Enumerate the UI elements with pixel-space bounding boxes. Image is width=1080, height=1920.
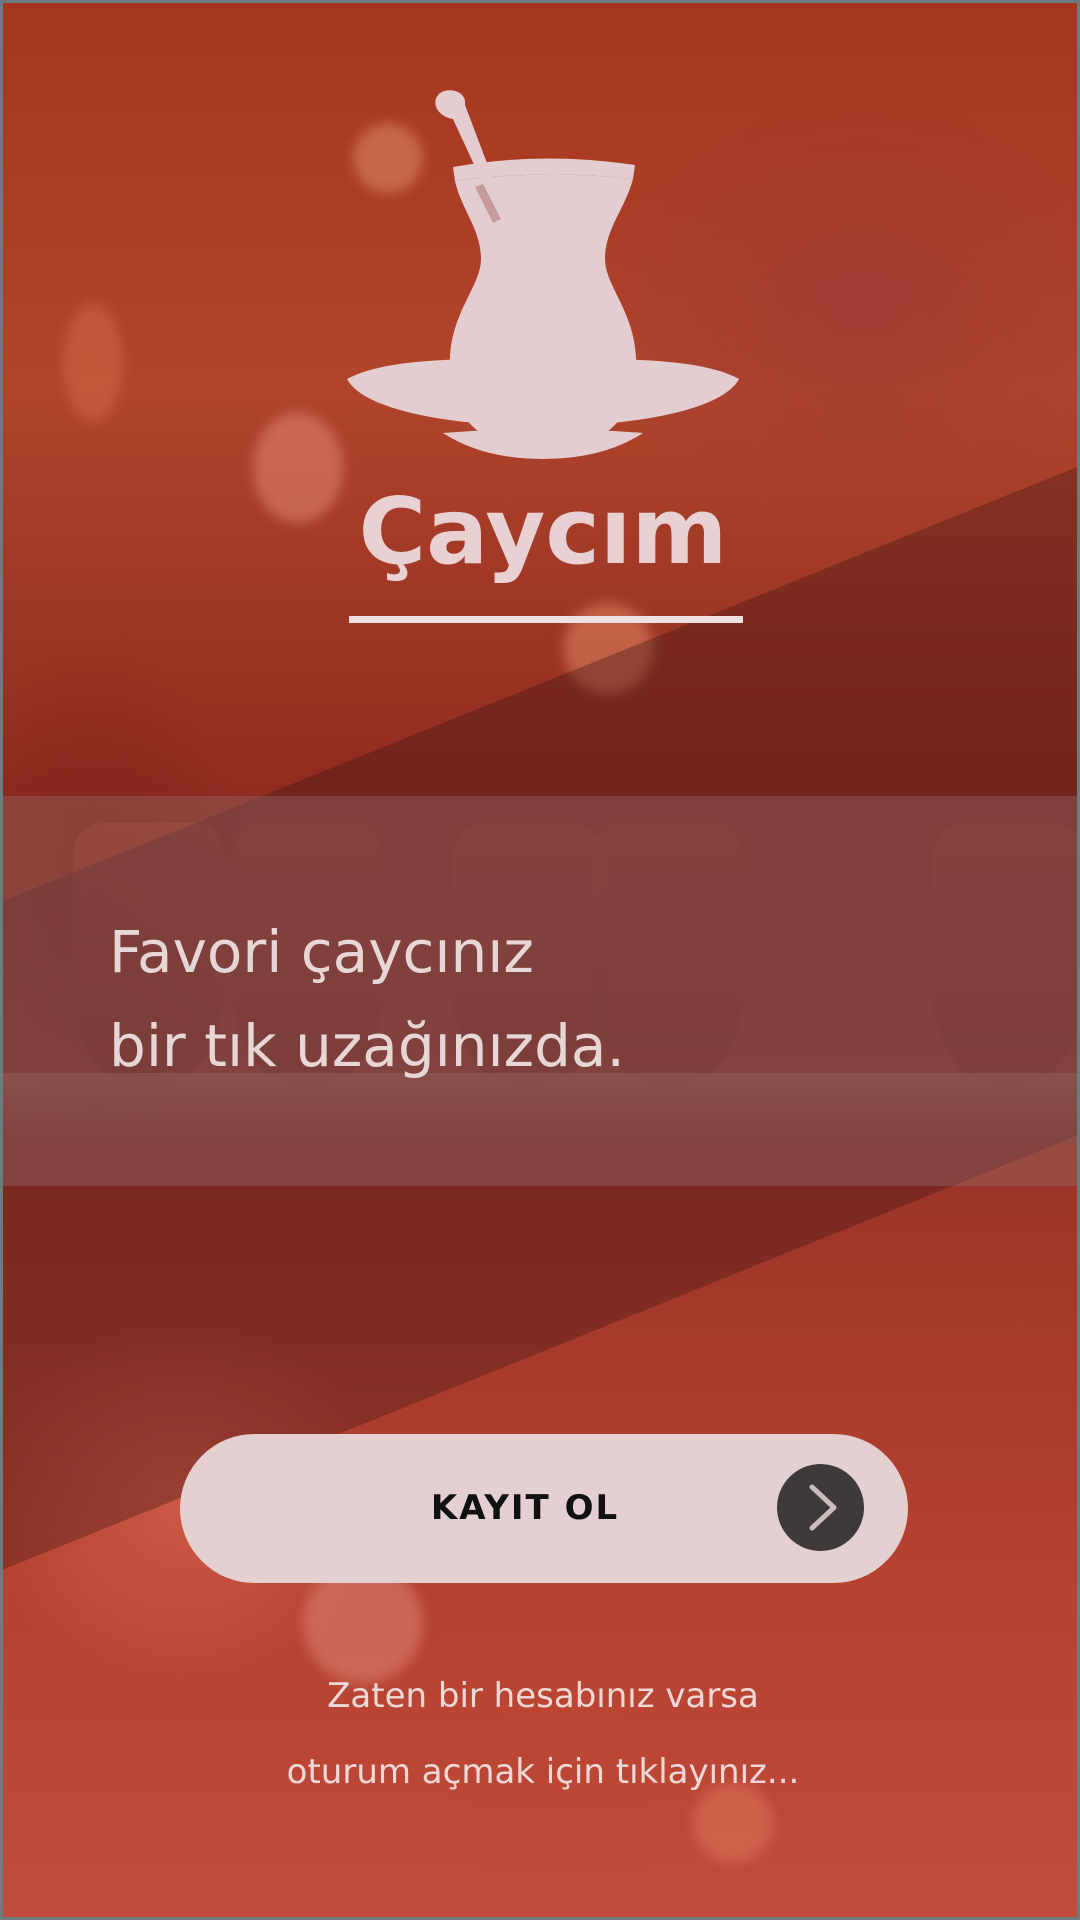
title-underline [349, 616, 743, 623]
bokeh-light [63, 303, 123, 423]
signup-button-label: KAYIT OL [430, 1488, 620, 1528]
login-link-line-1: Zaten bir hesabınız varsa [327, 1676, 759, 1716]
signup-button[interactable]: KAYIT OL [180, 1434, 908, 1583]
app-title: Çaycım [358, 478, 728, 585]
tagline-line-1: Favori çaycınız [109, 918, 534, 986]
welcome-screen: Çaycım Favori çaycınız bir tık uzağınızd… [0, 0, 1080, 1920]
signup-arrow-button[interactable] [777, 1464, 864, 1551]
tagline: Favori çaycınız bir tık uzağınızda. [109, 905, 1009, 1093]
chevron-right-icon [809, 1484, 837, 1531]
tea-glass-icon [347, 90, 739, 459]
tagline-line-2: bir tık uzağınızda. [109, 1012, 625, 1080]
login-link[interactable]: Zaten bir hesabınız varsa oturum açmak i… [3, 1658, 1077, 1810]
login-link-line-2: oturum açmak için tıklayınız... [286, 1752, 800, 1792]
